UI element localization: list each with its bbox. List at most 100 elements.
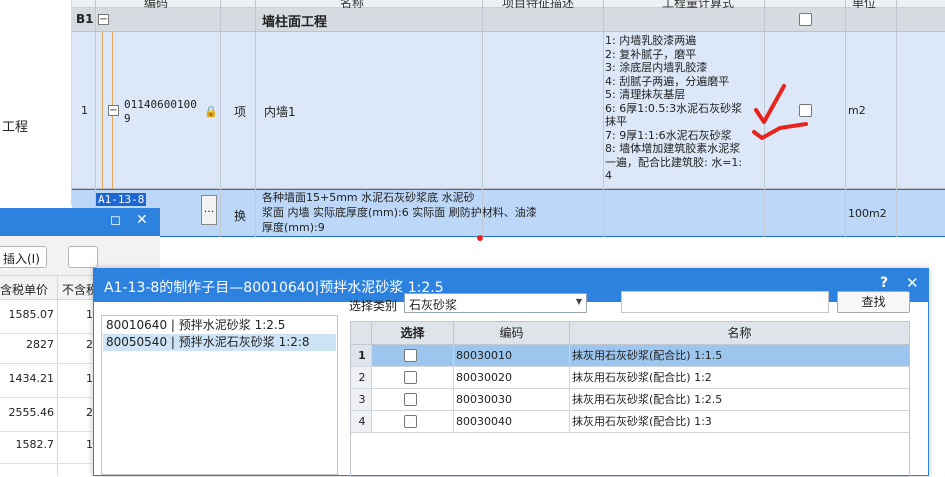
row-type: 项	[234, 105, 247, 119]
row-name-line1: 各种墙面15+5mm 水泥石灰砂浆底 水泥砂	[262, 191, 475, 204]
cell-value: 1	[86, 438, 93, 451]
table-row[interactable]: 2555.46 2	[0, 398, 93, 432]
dialog-title: A1-13-8的制作子目—80010640|预拌水泥砂浆 1:2.5	[104, 280, 444, 296]
row-title: 墙柱面工程	[262, 15, 328, 30]
cell-value: 1434.21	[8, 372, 55, 385]
select-cell	[372, 411, 454, 432]
row-name: 抹灰用石灰砂浆(配合比) 1:1.5	[572, 349, 723, 362]
select-cell	[372, 389, 454, 410]
feature-description: 1: 内墙乳胶漆两遍 2: 复补腻子，磨平 3: 涂底层内墙乳胶漆 4: 刮腻子…	[605, 34, 763, 183]
cell-value: 1	[86, 308, 93, 321]
select-cell	[372, 345, 454, 366]
row-name: 内墙1	[264, 105, 296, 119]
row-checkbox[interactable]	[404, 415, 417, 428]
row-code: 80030030	[454, 389, 570, 410]
grid-row-1[interactable]: 1 − 01140600100 9 🔒 项 内墙1 m2	[72, 32, 945, 189]
collapse-icon[interactable]: −	[108, 105, 119, 116]
row-name: 抹灰用石灰砂浆(配合比) 1:2	[572, 371, 712, 384]
toolbar-button[interactable]	[68, 246, 98, 268]
row-name-line3: 厚度(mm):9	[262, 221, 325, 234]
help-icon[interactable]: ?	[880, 275, 888, 291]
material-table: 选择 编码 名称 1 80030010 抹灰用石灰砂浆(配合比) 1:1.5 2…	[350, 321, 910, 477]
col-sep	[220, 0, 221, 237]
background-panel-titlebar: ◻ ✕	[0, 208, 160, 236]
table-row[interactable]: 2 80030020 抹灰用石灰砂浆(配合比) 1:2	[351, 367, 909, 389]
row-code-line2: 9	[124, 112, 131, 125]
row-code: 80030020	[454, 367, 570, 388]
row-number: 2	[351, 367, 372, 388]
col-sep	[603, 0, 604, 237]
col-sep	[896, 0, 897, 237]
table-row[interactable]: 4 80030040 抹灰用石灰砂浆(配合比) 1:3	[351, 411, 909, 433]
chevron-down-icon: ▼	[575, 297, 582, 306]
table-row[interactable]: 1585.07 1	[0, 300, 93, 334]
row-unit: 100m2	[848, 207, 887, 220]
row-checkbox[interactable]	[404, 393, 417, 406]
tree-line	[102, 32, 103, 189]
cell-value: 1585.07	[8, 308, 55, 321]
tree-node-label[interactable]: 工程	[2, 116, 28, 135]
row-checkbox[interactable]	[404, 349, 417, 362]
lock-icon: 🔒	[204, 105, 218, 118]
row-code: 80030040	[454, 411, 570, 432]
row-checkbox[interactable]	[799, 13, 812, 26]
desc-line: 2: 复补腻子，磨平	[605, 47, 697, 61]
cell-value: 1582.7	[15, 438, 55, 451]
row-name: 抹灰用石灰砂浆(配合比) 1:2.5	[572, 393, 723, 406]
desc-line: 7: 9厚1:1:6水泥石灰砂浆	[605, 128, 732, 142]
row-number: 4	[351, 411, 372, 432]
desc-line: 4: 刮腻子两遍，分遍磨平	[605, 74, 730, 88]
category-value: 石灰砂浆	[409, 298, 458, 312]
row-number: 1	[351, 345, 372, 366]
col-sep	[482, 0, 483, 237]
table-row[interactable]: 1582.7 1	[0, 430, 93, 464]
desc-line: 3: 涂底层内墙乳胶漆	[605, 61, 708, 74]
insert-button[interactable]: 插入(I)	[0, 246, 47, 268]
annotation-dot	[477, 235, 483, 241]
header-tax-price: 含税单价	[0, 283, 49, 297]
maximize-icon[interactable]: ◻	[110, 213, 121, 228]
grid-row-b1[interactable]: B1 − 墙柱面工程	[72, 8, 945, 32]
list-item-selected[interactable]: 80050540 | 预拌水泥石灰砂浆 1:2:8	[103, 334, 336, 351]
col-sep	[255, 0, 256, 237]
desc-line: 5: 清理抹灰基层	[605, 88, 686, 101]
list-item[interactable]: 80010640 | 预拌水泥砂浆 1:2.5	[103, 317, 336, 334]
row-number: 1	[81, 104, 88, 117]
row-name: 抹灰用石灰砂浆(配合比) 1:3	[572, 415, 712, 428]
cell-value: 2827	[26, 338, 54, 351]
header-select: 选择	[372, 322, 454, 345]
table-row[interactable]: 2827 2	[0, 330, 93, 364]
select-cell	[372, 367, 454, 388]
find-button[interactable]: 查找	[837, 291, 910, 313]
table-row[interactable]: 1434.21 1	[0, 364, 93, 398]
col-sep	[95, 0, 96, 237]
row-checkbox[interactable]	[404, 371, 417, 384]
more-button[interactable]: ...	[201, 195, 217, 225]
row-name-line2: 浆面 内墙 实际底厚度(mm):6 实际面 刷防护材料、油漆	[262, 206, 537, 219]
desc-line: 8: 墙体增加建筑胶素水泥浆	[605, 142, 741, 155]
row-code-editor[interactable]: A1-13-8	[96, 193, 147, 206]
table-row[interactable]: 1 80030010 抹灰用石灰砂浆(配合比) 1:1.5	[351, 345, 909, 367]
row-number: 3	[351, 389, 372, 410]
sub-item-dialog: A1-13-8的制作子目—80010640|预拌水泥砂浆 1:2.5 ? ✕ 8…	[93, 268, 929, 477]
collapse-icon[interactable]: −	[98, 14, 109, 25]
close-icon[interactable]: ✕	[906, 274, 919, 292]
table-row[interactable]: 3 80030030 抹灰用石灰砂浆(配合比) 1:2.5	[351, 389, 909, 411]
search-input[interactable]	[621, 291, 829, 313]
cell-value: 2555.46	[8, 406, 55, 419]
category-select[interactable]: 石灰砂浆 ▼	[404, 293, 587, 313]
cell-value: 1	[86, 372, 93, 385]
close-icon[interactable]: ✕	[136, 212, 148, 228]
desc-line: 一遍，配合比建筑胶: 水=1:	[605, 155, 743, 169]
cell-value: 2	[86, 338, 93, 351]
desc-line: 6: 6厚1:0.5:3水泥石灰砂浆	[605, 101, 743, 115]
left-tree-pane: 工程	[0, 0, 72, 205]
desc-line: 4	[605, 169, 612, 182]
header-name: 名称	[570, 322, 909, 345]
handwritten-check-annotation	[752, 84, 808, 140]
header-corner	[351, 322, 372, 345]
material-list[interactable]: 80010640 | 预拌水泥砂浆 1:2.5 80050540 | 预拌水泥石…	[101, 315, 338, 475]
cell-value: 2	[86, 406, 93, 419]
row-unit: m2	[848, 104, 866, 117]
row-code: B1	[76, 12, 94, 26]
